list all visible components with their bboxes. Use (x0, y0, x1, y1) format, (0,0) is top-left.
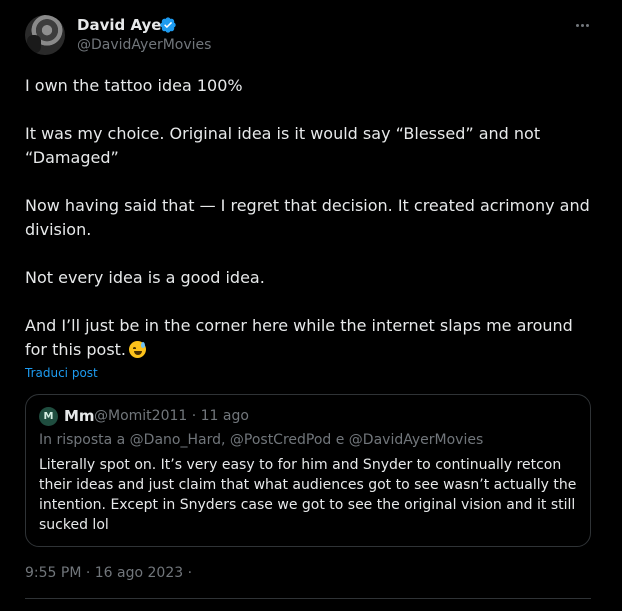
author-handle[interactable]: @DavidAyerMovies (77, 36, 211, 54)
quoted-tweet-text: Literally spot on. It’s very easy to for… (39, 457, 577, 533)
tweet-text: I own the tattoo idea 100% It was my cho… (25, 74, 590, 362)
translate-post-link[interactable]: Traduci post (25, 365, 98, 381)
quoted-author-meta: @Momit2011 · 11 ago (94, 408, 249, 424)
tweet-paragraph-last: And I’ll just be in the corner here whil… (25, 314, 590, 362)
author-avatar[interactable] (25, 15, 65, 55)
tweet-detail: David Ayer @DavidAyerMovies I own the ta… (0, 0, 622, 611)
verified-badge-icon[interactable] (159, 16, 177, 34)
quoted-author-name[interactable]: Mm (64, 406, 95, 426)
avatar-shade (27, 35, 41, 53)
quoted-tweet[interactable]: M Mm @Momit2011 · 11 ago In risposta a @… (25, 394, 591, 547)
tweet-paragraph: Now having said that — I regret that dec… (25, 196, 590, 239)
tweet-paragraph: It was my choice. Original idea is it wo… (25, 124, 541, 167)
sweat-smile-emoji-icon (129, 341, 147, 358)
divider (25, 598, 591, 599)
tweet-paragraph: I own the tattoo idea 100% (25, 76, 243, 95)
tweet-timestamp[interactable]: 9:55 PM · 16 ago 2023 · (25, 563, 192, 583)
author-name[interactable]: David Ayer (77, 15, 169, 35)
quoted-author-avatar[interactable]: M (39, 407, 58, 426)
tweet-paragraph-text: And I’ll just be in the corner here whil… (25, 316, 573, 359)
quoted-reply-context: In risposta a @Dano_Hard, @PostCredPod e… (39, 432, 484, 448)
more-options-icon[interactable] (572, 17, 592, 33)
tweet-paragraph: Not every idea is a good idea. (25, 268, 265, 287)
